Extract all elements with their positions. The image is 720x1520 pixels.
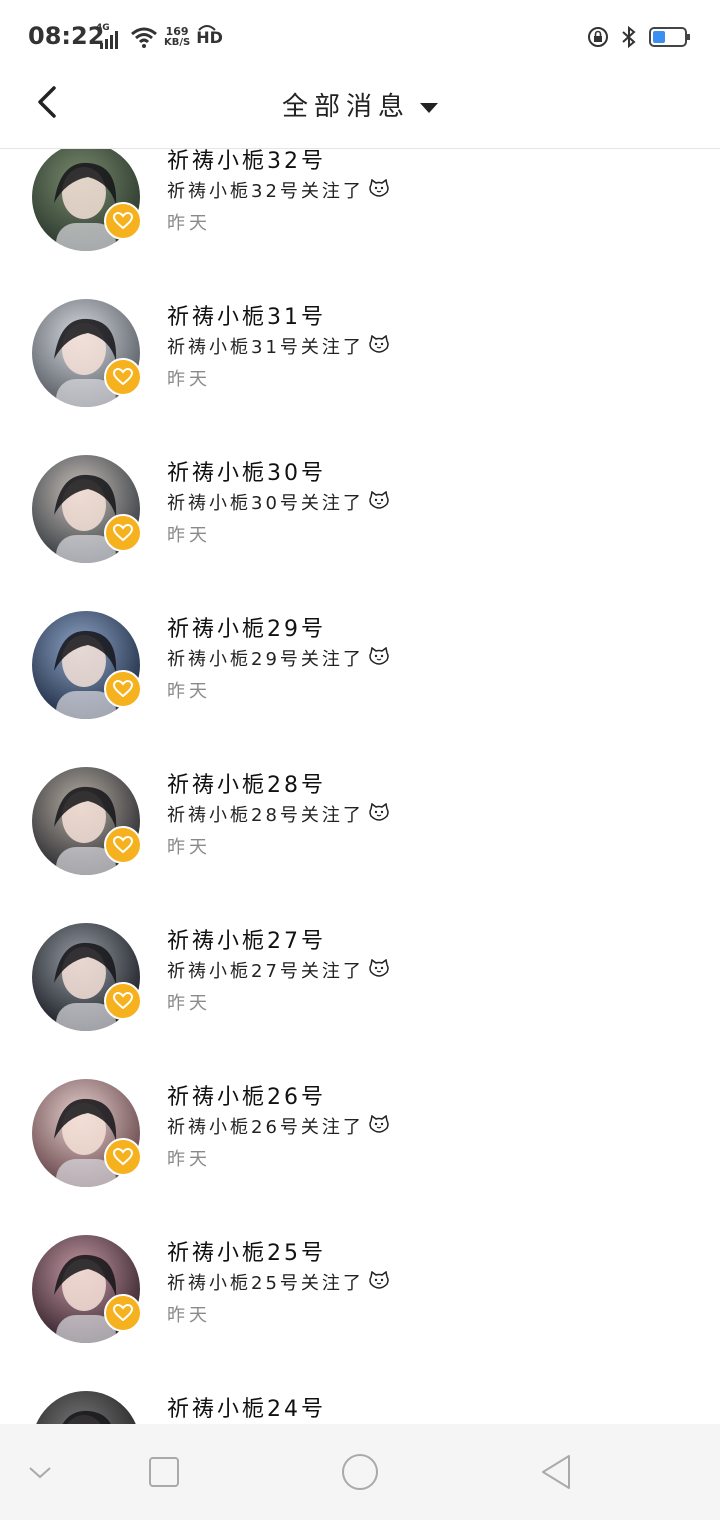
notification-item[interactable]: 祈祷小栀28号祈祷小栀28号关注了 昨天: [0, 767, 720, 923]
notification-time: 昨天: [167, 213, 211, 234]
heart-icon: [113, 368, 133, 386]
wifi-icon: [131, 27, 157, 48]
notification-item[interactable]: 祈祷小栀25号祈祷小栀25号关注了 昨天: [0, 1235, 720, 1391]
square-icon: [149, 1457, 179, 1487]
notification-item[interactable]: 祈祷小栀31号祈祷小栀31号关注了 昨天: [0, 299, 720, 455]
notification-user-name[interactable]: 祈祷小栀32号: [167, 149, 326, 175]
system-nav-bar: [0, 1424, 720, 1520]
triangle-back-icon: [542, 1455, 570, 1489]
notification-message-text: 祈祷小栀30号关注了: [167, 493, 364, 514]
notification-message-text: 祈祷小栀32号关注了: [167, 181, 364, 202]
chevron-down-icon: [29, 1467, 51, 1479]
cat-face-icon: [368, 802, 390, 826]
notification-time: 昨天: [167, 993, 211, 1014]
heart-icon: [113, 992, 133, 1010]
heart-badge: [104, 1294, 142, 1332]
notification-message: 祈祷小栀32号关注了: [167, 177, 390, 203]
notification-message-text: 祈祷小栀27号关注了: [167, 961, 364, 982]
heart-icon: [113, 1304, 133, 1322]
page-title: 全部消息: [281, 92, 410, 122]
notification-message: 祈祷小栀26号关注了: [167, 1113, 390, 1139]
heart-badge: [104, 202, 142, 240]
speed-value: 169: [165, 25, 189, 38]
status-bar: 08:22 4G 169 KB/S HD: [0, 0, 720, 72]
cat-face-icon: [368, 958, 390, 982]
caret-down-icon: [420, 102, 438, 113]
nav-back-button[interactable]: [536, 1452, 576, 1492]
battery-icon: [649, 27, 690, 47]
notification-item[interactable]: 祈祷小栀29号祈祷小栀29号关注了 昨天: [0, 611, 720, 767]
notification-message: 祈祷小栀29号关注了: [167, 645, 390, 671]
circle-icon: [342, 1454, 378, 1490]
heart-icon: [113, 524, 133, 542]
notification-time: 昨天: [167, 525, 211, 546]
heart-icon: [113, 212, 133, 230]
bluetooth-icon: [622, 25, 636, 49]
heart-badge: [104, 358, 142, 396]
cat-face-icon: [368, 1270, 390, 1294]
signal-icon: 4G: [96, 23, 124, 51]
notification-user-name[interactable]: 祈祷小栀27号: [167, 923, 326, 955]
notification-message: 祈祷小栀30号关注了: [167, 489, 390, 515]
heart-badge: [104, 670, 142, 708]
network-speed: 169 KB/S: [164, 26, 190, 48]
notification-user-name[interactable]: 祈祷小栀25号: [167, 1235, 326, 1267]
notification-item[interactable]: 祈祷小栀30号祈祷小栀30号关注了 昨天: [0, 455, 720, 611]
notification-user-name[interactable]: 祈祷小栀29号: [167, 611, 326, 643]
cat-face-icon: [368, 334, 390, 358]
heart-badge: [104, 514, 142, 552]
heart-badge: [104, 1138, 142, 1176]
notification-message: 祈祷小栀28号关注了: [167, 801, 390, 827]
notification-user-name[interactable]: 祈祷小栀26号: [167, 1079, 326, 1111]
notification-message: 祈祷小栀31号关注了: [167, 333, 390, 359]
heart-icon: [113, 680, 133, 698]
cat-face-icon: [368, 178, 390, 202]
status-time: 08:22: [28, 22, 105, 50]
notification-user-name[interactable]: 祈祷小栀28号: [167, 767, 326, 799]
title-dropdown[interactable]: 全部消息: [0, 86, 720, 123]
cat-face-icon: [368, 490, 390, 514]
notification-user-name[interactable]: 祈祷小栀24号: [167, 1391, 326, 1423]
notification-list[interactable]: 祈祷小栀32号 祈祷小栀32号关注了 昨天 祈祷小栀31号 祈祷小栀31号关注了 昨天 祈祷…: [0, 149, 720, 1424]
notification-message-text: 祈祷小栀29号关注了: [167, 649, 364, 670]
notification-message-text: 祈祷小栀26号关注了: [167, 1117, 364, 1138]
heart-icon: [113, 836, 133, 854]
heart-badge: [104, 826, 142, 864]
cat-face-icon: [368, 1114, 390, 1138]
notification-item[interactable]: 祈祷小栀27号祈祷小栀27号关注了 昨天: [0, 923, 720, 1079]
heart-badge: [104, 982, 142, 1020]
notification-time: 昨天: [167, 369, 211, 390]
notification-user-name[interactable]: 祈祷小栀31号: [167, 299, 326, 331]
notification-message-text: 祈祷小栀31号关注了: [167, 337, 364, 358]
notification-item[interactable]: 祈祷小栀26号祈祷小栀26号关注了 昨天: [0, 1079, 720, 1235]
nav-bar: 全部消息: [0, 72, 720, 149]
notification-item[interactable]: 祈祷小栀32号祈祷小栀32号关注了 昨天: [0, 149, 720, 299]
cat-face-icon: [368, 646, 390, 670]
notification-message: 祈祷小栀27号关注了: [167, 957, 390, 983]
nav-collapse-button[interactable]: [20, 1452, 60, 1492]
heart-icon: [113, 1148, 133, 1166]
notification-time: 昨天: [167, 681, 211, 702]
rotation-lock-icon: [588, 27, 608, 47]
nav-home-button[interactable]: [340, 1452, 380, 1492]
notification-time: 昨天: [167, 1305, 211, 1326]
notification-time: 昨天: [167, 837, 211, 858]
avatar[interactable]: [32, 1391, 140, 1424]
notification-message: 祈祷小栀25号关注了: [167, 1269, 390, 1295]
status-left-icons: 4G 169 KB/S HD: [96, 22, 223, 52]
notification-message-text: 祈祷小栀28号关注了: [167, 805, 364, 826]
status-right-icons: [586, 22, 692, 52]
speed-unit: KB/S: [164, 37, 191, 48]
nav-recents-button[interactable]: [144, 1452, 184, 1492]
hd-indicator: HD: [196, 24, 223, 47]
notification-time: 昨天: [167, 1149, 211, 1170]
notification-user-name[interactable]: 祈祷小栀30号: [167, 455, 326, 487]
notification-message-text: 祈祷小栀25号关注了: [167, 1273, 364, 1294]
notification-item[interactable]: 祈祷小栀24号祈祷小栀24号关注了: [0, 1391, 720, 1424]
